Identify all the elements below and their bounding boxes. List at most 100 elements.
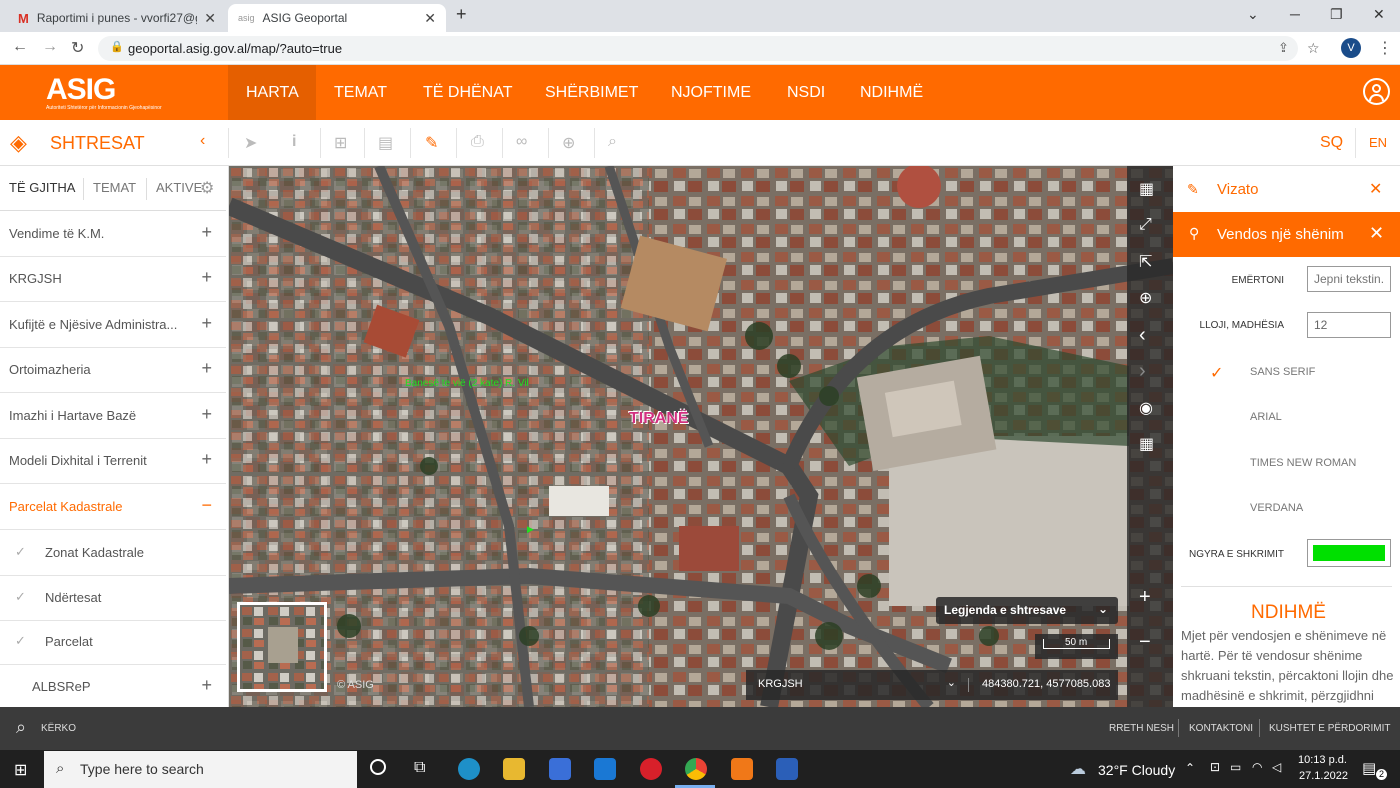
sublayer-item[interactable]: ✓ Ndërtesat xyxy=(0,576,226,621)
basemap-icon[interactable]: ▦ xyxy=(1139,179,1154,199)
tray-chevron-icon[interactable]: ⌃ xyxy=(1185,761,1195,775)
window-close-icon[interactable]: ✕ xyxy=(1373,6,1385,23)
gear-icon[interactable]: ⚙ xyxy=(200,178,214,198)
add-circle-icon[interactable]: ⊕ xyxy=(562,133,575,153)
info-icon[interactable]: i xyxy=(292,133,296,151)
nav-harta[interactable]: HARTA xyxy=(228,65,316,120)
footer-link-contact[interactable]: KONTAKTONI xyxy=(1189,723,1253,734)
layer-item-expanded[interactable]: Parcelat Kadastrale − xyxy=(0,485,226,530)
expand-icon[interactable]: + xyxy=(201,358,212,379)
tray-network-icon[interactable]: ⊡ xyxy=(1210,760,1220,774)
task-view-icon[interactable]: ⧉ xyxy=(414,759,425,777)
expand-icon[interactable]: + xyxy=(201,222,212,243)
more-menu-icon[interactable]: ⋮ xyxy=(1377,38,1393,58)
forward-icon[interactable]: → xyxy=(42,38,58,56)
layer-item[interactable]: Kufijtë e Njësive Administra... + xyxy=(0,303,226,348)
tab-temat[interactable]: TEMAT xyxy=(93,180,136,195)
tab-gmail[interactable]: M Raportimi i punes - vvorfi27@gm ✕ xyxy=(8,4,226,32)
close-subpanel-icon[interactable]: ✕ xyxy=(1369,223,1384,244)
tab-asig[interactable]: asig ASIG Geoportal ✕ xyxy=(228,4,446,32)
zoom-out-icon[interactable]: − xyxy=(1139,631,1151,654)
reload-icon[interactable]: ↻ xyxy=(71,38,84,58)
edge-icon[interactable] xyxy=(458,758,480,780)
fullscreen-icon[interactable]: ⤢ xyxy=(1139,216,1152,234)
collapse-icon[interactable]: − xyxy=(201,495,212,516)
clock-date[interactable]: 27.1.2022 xyxy=(1299,770,1348,782)
print-icon[interactable]: ⎙ xyxy=(471,133,484,151)
taskbar-search[interactable]: ⌕ Type here to search xyxy=(44,751,357,788)
layer-item[interactable]: KRGJSH + xyxy=(0,257,226,302)
legend-dropdown[interactable]: Legjenda e shtresave ⌄ xyxy=(936,597,1118,624)
minimize-icon[interactable]: ─ xyxy=(1290,6,1300,22)
pointer-icon[interactable]: ➤ xyxy=(244,133,257,153)
chrome-icon[interactable] xyxy=(685,758,707,780)
next-view-icon[interactable]: › xyxy=(1139,360,1146,383)
clock-time[interactable]: 10:13 p.d. xyxy=(1298,754,1347,766)
map-annotation-label[interactable]: Banesë te vië (2 kate) R. Vil xyxy=(405,378,529,389)
footer-link-about[interactable]: RRETH NESH xyxy=(1109,723,1174,734)
chevron-down-icon[interactable]: ⌄ xyxy=(1247,6,1259,23)
annotation-point-icon[interactable]: ▶ xyxy=(527,524,534,535)
nav-ndihme[interactable]: NDIHMË xyxy=(860,65,923,120)
share-icon[interactable]: ⇪ xyxy=(1278,40,1289,56)
label-text-input[interactable] xyxy=(1307,266,1391,292)
tab-te-gjitha[interactable]: TË GJITHA xyxy=(9,180,75,195)
map-canvas[interactable]: Banesë te vië (2 kate) R. Vil TIRANË ▶ ©… xyxy=(229,166,1173,707)
maximize-icon[interactable]: ❐ xyxy=(1330,6,1343,23)
previous-view-icon[interactable]: ‹ xyxy=(1139,324,1146,347)
collapse-sidebar-icon[interactable]: ‹ xyxy=(200,132,205,150)
chart-icon[interactable]: ▤ xyxy=(378,133,393,153)
crs-select[interactable]: KRGJSH ⌄ xyxy=(746,670,968,700)
notification-icon[interactable]: ▤ xyxy=(1362,759,1376,777)
close-icon[interactable]: ✕ xyxy=(424,10,436,27)
check-icon[interactable]: ✓ xyxy=(15,633,26,649)
word-icon[interactable] xyxy=(776,758,798,780)
layer-item[interactable]: ALBSReP + xyxy=(0,665,226,707)
font-option-verdana[interactable]: VERDANA xyxy=(1250,502,1303,514)
expand-icon[interactable]: + xyxy=(201,313,212,334)
close-panel-icon[interactable]: ✕ xyxy=(1369,179,1382,199)
expand-icon[interactable]: + xyxy=(201,404,212,425)
link-icon[interactable]: ∞ xyxy=(516,133,527,151)
nav-sherbimet[interactable]: SHËRBIMET xyxy=(545,65,638,120)
nav-te-dhenat[interactable]: TË DHËNAT xyxy=(423,65,512,120)
expand-icon[interactable]: + xyxy=(201,267,212,288)
font-option-sans-serif[interactable]: SANS SERIF xyxy=(1250,366,1315,378)
layer-item[interactable]: Modeli Dixhital i Terrenit + xyxy=(0,439,226,484)
layer-item[interactable]: Vendime të K.M. + xyxy=(0,212,226,257)
nav-temat[interactable]: TEMAT xyxy=(334,65,387,120)
grid-icon[interactable]: ▦ xyxy=(1139,434,1154,454)
app-icon[interactable] xyxy=(731,758,753,780)
search-link[interactable]: KËRKO xyxy=(41,723,76,734)
back-icon[interactable]: ← xyxy=(12,38,28,56)
search-icon[interactable]: ⌕ xyxy=(608,133,617,151)
add-layer-icon[interactable]: ⊞ xyxy=(334,133,347,153)
volume-icon[interactable]: ◁ xyxy=(1272,760,1281,774)
new-tab-icon[interactable]: + xyxy=(456,4,467,25)
weather-text[interactable]: 32°F Cloudy xyxy=(1098,762,1175,778)
lock-icon[interactable]: 🔒 xyxy=(110,40,124,53)
zoom-in-icon[interactable]: + xyxy=(1139,586,1151,609)
store-icon[interactable] xyxy=(549,758,571,780)
sublayer-item[interactable]: ✓ Zonat Kadastrale xyxy=(0,531,226,576)
font-option-times[interactable]: TIMES NEW ROMAN xyxy=(1250,457,1356,469)
windows-start-icon[interactable]: ⊞ xyxy=(14,760,27,780)
text-color-picker[interactable] xyxy=(1307,539,1391,567)
layer-item[interactable]: Ortoimazheria + xyxy=(0,348,226,393)
search-icon[interactable]: ⌕ xyxy=(16,717,26,738)
mail-icon[interactable] xyxy=(594,758,616,780)
nav-njoftime[interactable]: NJOFTIME xyxy=(671,65,751,120)
extent-icon[interactable]: ⇱ xyxy=(1139,252,1152,272)
draw-icon[interactable]: ✎ xyxy=(425,133,438,153)
layer-item[interactable]: Imazhi i Hartave Bazë + xyxy=(0,394,226,439)
overview-minimap[interactable] xyxy=(237,602,327,692)
asig-logo[interactable]: ASIG Autoriteti Shtetëror për Informacio… xyxy=(46,73,162,111)
tab-aktive[interactable]: AKTIVE xyxy=(156,180,202,195)
opera-icon[interactable] xyxy=(640,758,662,780)
lang-sq[interactable]: SQ xyxy=(1320,134,1343,152)
bookmark-star-icon[interactable]: ☆ xyxy=(1307,40,1320,57)
url-input[interactable]: geoportal.asig.gov.al/map/?auto=true xyxy=(98,36,1298,61)
user-account-icon[interactable] xyxy=(1363,78,1390,105)
globe-icon[interactable]: ◉ xyxy=(1139,398,1153,418)
battery-icon[interactable]: ▭ xyxy=(1230,760,1241,774)
